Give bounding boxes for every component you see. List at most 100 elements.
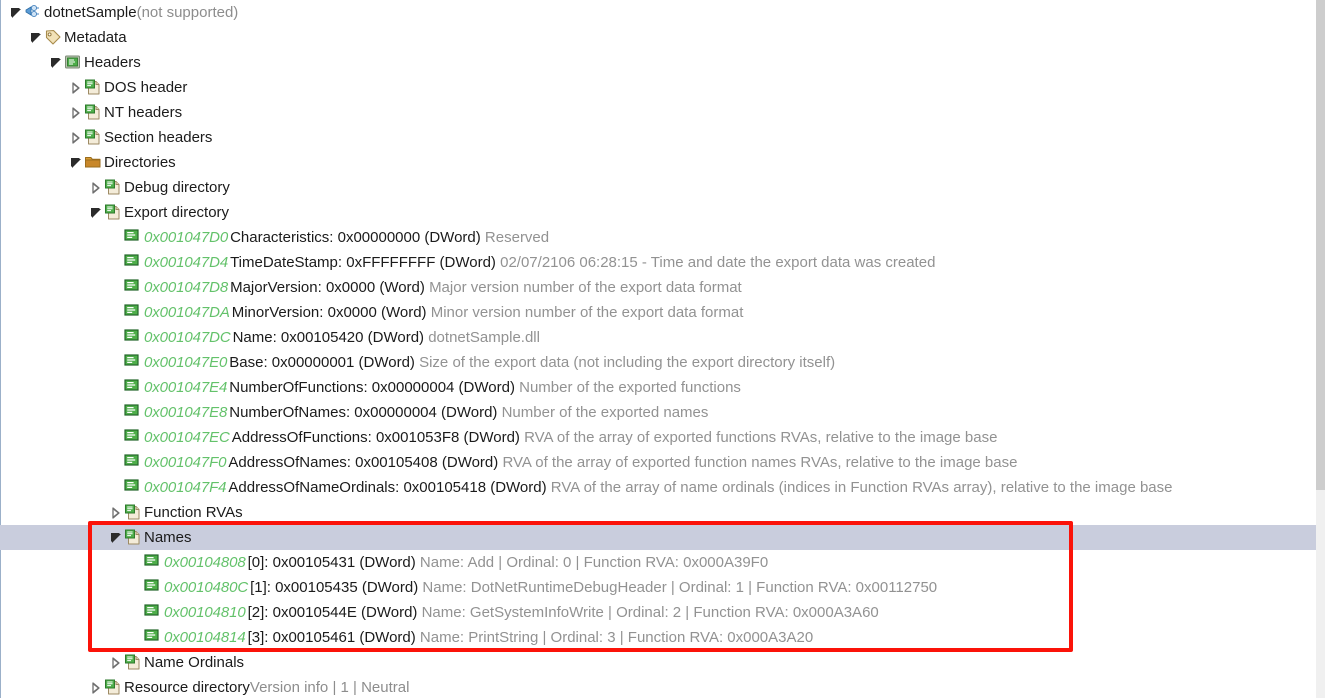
tree-field-row[interactable]: 0x00104814 [3]: 0x00105461 (DWord) Name: … [0,625,1316,650]
tree-node-label: dotnetSample [44,4,137,21]
tree-field-row[interactable]: 0x001047D0 Characteristics: 0x00000000 (D… [0,225,1316,250]
vertical-scrollbar[interactable] [1316,0,1325,698]
tree-field-row[interactable]: 0x001047DC Name: 0x00105420 (DWord) dotne… [0,325,1316,350]
tree-node-row[interactable]: Debug directory [0,175,1316,200]
field-name-value: AddressOfNameOrdinals: 0x00105418 (DWord… [228,479,547,496]
tree-node-row[interactable]: NT headers [0,100,1316,125]
expander-expand-icon[interactable] [90,675,104,700]
expander-expand-icon[interactable] [110,650,124,675]
tree-row-content: 0x00104814 [3]: 0x00105461 (DWord) Name: … [130,625,813,650]
page-icon [84,125,102,150]
tree-node-row[interactable]: Resource directory Version info | 1 | Ne… [0,675,1316,700]
tree-row-content: 0x001047E4 NumberOfFunctions: 0x00000004 … [110,375,741,400]
expander-collapse-icon[interactable] [10,0,24,25]
field-name-value: [0]: 0x00105431 (DWord) [247,554,416,571]
tree-row-content: 0x001047F4 AddressOfNameOrdinals: 0x00105… [110,475,1172,500]
tree-node-row[interactable]: Names [0,525,1316,550]
tree-node-row[interactable]: dotnetSample (not supported) [0,0,1316,25]
tree-field-row[interactable]: 0x001047F0 AddressOfNames: 0x00105408 (DW… [0,450,1316,475]
expander-expand-icon[interactable] [90,175,104,200]
tree-node-row[interactable]: Headers [0,50,1316,75]
field-description: Name: Add | Ordinal: 0 | Function RVA: 0… [419,554,769,571]
field-description: Number of the exported names [501,404,709,421]
expander-placeholder [130,575,144,600]
field-address: 0x001047D4 [144,254,229,271]
expander-placeholder [130,625,144,650]
page-icon [124,500,142,525]
tree-field-row[interactable]: 0x001047F4 AddressOfNameOrdinals: 0x00105… [0,475,1316,500]
tree-node-label: Headers [84,54,141,71]
page-icon [124,525,142,550]
expander-expand-icon[interactable] [110,500,124,525]
expander-placeholder [110,225,124,250]
field-address: 0x0010480C [164,579,249,596]
expander-placeholder [110,325,124,350]
tree-node-label: Resource directory [124,679,250,696]
tree-node-label: Directories [104,154,176,171]
field-address: 0x001047DC [144,329,231,346]
expander-placeholder [110,475,124,500]
field-description: RVA of the array of exported function na… [502,454,1018,471]
expander-collapse-icon[interactable] [90,200,104,225]
expander-placeholder [110,425,124,450]
tree-field-row[interactable]: 0x001047DA MinorVersion: 0x0000 (Word) Mi… [0,300,1316,325]
field-address: 0x001047D0 [144,229,229,246]
tree-node-label: Name Ordinals [144,654,245,671]
field-name-value: [1]: 0x00105435 (DWord) [250,579,419,596]
expander-placeholder [110,300,124,325]
tree-field-row[interactable]: 0x00104808 [0]: 0x00105431 (DWord) Name: … [0,550,1316,575]
tree-field-row[interactable]: 0x001047E4 NumberOfFunctions: 0x00000004 … [0,375,1316,400]
field-description: dotnetSample.dll [428,329,540,346]
tree-field-row[interactable]: 0x001047E0 Base: 0x00000001 (DWord) Size … [0,350,1316,375]
expander-expand-icon[interactable] [70,75,84,100]
field-icon [124,350,142,375]
expander-collapse-icon[interactable] [70,150,84,175]
field-icon [144,600,162,625]
field-description: Number of the exported functions [519,379,741,396]
tree-node-row[interactable]: Metadata [0,25,1316,50]
tree-row-content: 0x001047D0 Characteristics: 0x00000000 (D… [110,225,549,250]
vertical-scrollbar-thumb[interactable] [1316,0,1325,490]
tree-field-row[interactable]: 0x001047D4 TimeDateStamp: 0xFFFFFFFF (DWo… [0,250,1316,275]
tree-row-content: 0x001047DA MinorVersion: 0x0000 (Word) Mi… [110,300,743,325]
field-address: 0x001047EC [144,429,230,446]
expander-expand-icon[interactable] [70,100,84,125]
field-name-value: AddressOfFunctions: 0x001053F8 (DWord) [231,429,520,446]
expander-collapse-icon[interactable] [110,525,124,550]
field-icon [124,375,142,400]
field-icon [124,275,142,300]
field-icon [124,450,142,475]
field-description: RVA of the array of exported functions R… [524,429,998,446]
field-address: 0x001047E8 [144,404,228,421]
field-name-value: NumberOfFunctions: 0x00000004 (DWord) [229,379,515,396]
page-icon [124,650,142,675]
field-description: Name: GetSystemInfoWrite | Ordinal: 2 | … [421,604,879,621]
expander-collapse-icon[interactable] [30,25,44,50]
tree-node-label: Export directory [124,204,230,221]
tree-field-row[interactable]: 0x001047D8 MajorVersion: 0x0000 (Word) Ma… [0,275,1316,300]
expander-collapse-icon[interactable] [50,50,64,75]
field-address: 0x001047E0 [144,354,228,371]
tree-field-row[interactable]: 0x0010480C [1]: 0x00105435 (DWord) Name: … [0,575,1316,600]
tree-row-content: NT headers [70,100,182,125]
page-icon [104,675,122,700]
tree-node-row[interactable]: Name Ordinals [0,650,1316,675]
tree-node-row[interactable]: Section headers [0,125,1316,150]
tree-field-row[interactable]: 0x00104810 [2]: 0x0010544E (DWord) Name: … [0,600,1316,625]
pe-tree-viewer: dotnetSample (not supported) Metadata Head… [0,0,1325,698]
tree-row-content: Export directory [90,200,229,225]
tree-row-content: 0x0010480C [1]: 0x00105435 (DWord) Name: … [130,575,937,600]
field-name-value: [3]: 0x00105461 (DWord) [247,629,416,646]
tree-field-row[interactable]: 0x001047E8 NumberOfNames: 0x00000004 (DWo… [0,400,1316,425]
tree-node-row[interactable]: DOS header [0,75,1316,100]
tree-node-row[interactable]: Function RVAs [0,500,1316,525]
tree-node-row[interactable]: Directories [0,150,1316,175]
expander-expand-icon[interactable] [70,125,84,150]
page-icon [104,200,122,225]
field-description: Name: DotNetRuntimeDebugHeader | Ordinal… [422,579,938,596]
pe-structure-tree[interactable]: dotnetSample (not supported) Metadata Head… [0,0,1316,698]
tree-field-row[interactable]: 0x001047EC AddressOfFunctions: 0x001053F8… [0,425,1316,450]
tree-row-content: 0x001047D8 MajorVersion: 0x0000 (Word) Ma… [110,275,742,300]
tree-node-label: NT headers [104,104,183,121]
tree-node-row[interactable]: Export directory [0,200,1316,225]
